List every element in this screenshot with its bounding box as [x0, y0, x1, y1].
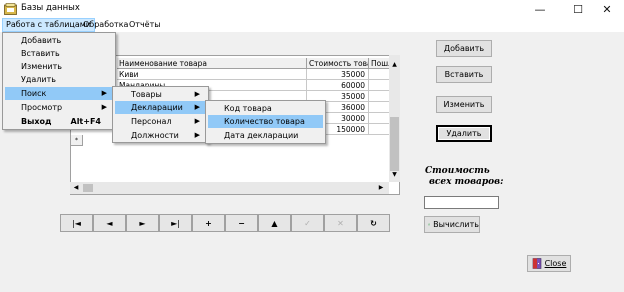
nav-refresh-button[interactable]: ↻: [357, 214, 390, 232]
nav-insert-button[interactable]: +: [192, 214, 225, 232]
submenu-item-goods-code[interactable]: Код товара: [208, 102, 323, 115]
submenu-item-goods-code-label: Код товара: [224, 104, 272, 113]
submenu-item-goods-quantity-label: Количество товара: [224, 117, 305, 126]
menu-item-exit[interactable]: Выход Alt+F4: [5, 115, 113, 128]
nav-edit-button[interactable]: ▲: [258, 214, 291, 232]
menu-item-delete[interactable]: Удалить: [5, 73, 113, 86]
column-header-cost[interactable]: Стоимость товара: [307, 58, 369, 69]
nav-cancel-button[interactable]: ✕: [324, 214, 357, 232]
menu-item-exit-shortcut: Alt+F4: [70, 117, 102, 126]
menu-item-delete-label: Удалить: [21, 75, 56, 84]
vertical-scrollbar[interactable]: ▲ ▼: [389, 55, 400, 182]
edit-button[interactable]: Изменить: [436, 96, 492, 113]
calculate-button[interactable]: Вычислить: [424, 216, 480, 233]
menu-item-exit-label: Выход: [21, 117, 52, 126]
refresh-icon: [428, 223, 430, 226]
add-button[interactable]: Добавить: [436, 40, 492, 57]
menu-tables-dropdown: Добавить Вставить Изменить Удалить Поиск…: [2, 32, 116, 130]
submenu-arrow-icon: ▶: [194, 103, 200, 111]
submenu-item-positions[interactable]: Должности ▶: [115, 129, 206, 142]
menu-item-search-label: Поиск: [21, 89, 47, 98]
nav-prior-button[interactable]: ◄: [93, 214, 126, 232]
nav-first-button[interactable]: |◄: [60, 214, 93, 232]
submenu-item-goods-quantity[interactable]: Количество товара: [208, 115, 323, 128]
submenu-arrow-icon: ▶: [194, 90, 200, 98]
calculate-button-label: Вычислить: [433, 220, 479, 229]
submenu-arrow-icon: ▶: [101, 103, 107, 111]
total-cost-label: Стоимость всех товаров:: [425, 166, 503, 188]
close-window-icon[interactable]: ✕: [590, 0, 624, 18]
scroll-left-icon[interactable]: ◀: [72, 184, 80, 192]
scroll-down-icon[interactable]: ▼: [390, 171, 399, 181]
minimize-icon[interactable]: —: [523, 0, 557, 18]
horizontal-scroll-thumb[interactable]: [83, 184, 93, 192]
window-title: Базы данных: [21, 3, 80, 13]
scroll-up-icon[interactable]: ▲: [390, 61, 399, 71]
menu-declarations-submenu: Код товара Количество товара Дата деклар…: [205, 100, 326, 144]
menu-item-insert-label: Вставить: [21, 49, 60, 58]
table-cell[interactable]: 35000: [307, 69, 369, 80]
close-button[interactable]: Close: [527, 255, 571, 272]
submenu-arrow-icon: ▶: [194, 117, 200, 125]
door-icon: [532, 258, 541, 269]
submenu-item-staff-label: Персонал: [131, 117, 172, 126]
insert-button[interactable]: Вставить: [436, 66, 492, 83]
total-cost-field[interactable]: [424, 196, 499, 209]
app-icon: [4, 3, 17, 15]
menu-item-add-label: Добавить: [21, 36, 62, 45]
title-bar: Базы данных — ☐ ✕: [0, 0, 624, 18]
menu-reports[interactable]: Отчёты: [126, 18, 164, 32]
nav-last-button[interactable]: ►|: [159, 214, 192, 232]
menu-item-view[interactable]: Просмотр ▶: [5, 101, 113, 114]
table-cell[interactable]: Киви: [117, 69, 307, 80]
new-row-indicator-icon: *: [71, 135, 83, 146]
delete-button[interactable]: Удалить: [436, 125, 492, 142]
menu-search-submenu: Товары ▶ Декларации ▶ Персонал ▶ Должности ▶: [112, 86, 209, 143]
total-cost-label-line2: всех товаров:: [429, 177, 504, 187]
submenu-item-goods-label: Товары: [131, 90, 162, 99]
menu-item-edit-label: Изменить: [21, 62, 62, 71]
nav-post-button[interactable]: ✓: [291, 214, 324, 232]
column-header-name[interactable]: Наименование товара: [117, 58, 307, 69]
submenu-item-declarations[interactable]: Декларации ▶: [115, 101, 206, 114]
submenu-item-positions-label: Должности: [131, 131, 179, 140]
close-button-label: Close: [544, 259, 567, 268]
submenu-arrow-icon: ▶: [194, 131, 200, 139]
submenu-item-goods[interactable]: Товары ▶: [115, 88, 206, 101]
table-cell[interactable]: 60000: [307, 80, 369, 91]
vertical-scroll-thumb[interactable]: [390, 117, 399, 171]
submenu-item-staff[interactable]: Персонал ▶: [115, 115, 206, 128]
submenu-arrow-icon: ▶: [101, 89, 107, 97]
total-cost-label-line1: Стоимость: [425, 166, 490, 176]
nav-delete-button[interactable]: −: [225, 214, 258, 232]
horizontal-scrollbar[interactable]: ◀ ▶: [70, 182, 389, 194]
menu-item-add[interactable]: Добавить: [5, 34, 113, 47]
submenu-item-declarations-label: Декларации: [131, 103, 183, 112]
menu-bar: Работа с таблицами Обработка Отчёты: [0, 18, 624, 32]
menu-item-search[interactable]: Поиск ▶: [5, 87, 113, 100]
nav-next-button[interactable]: ►: [126, 214, 159, 232]
menu-item-insert[interactable]: Вставить: [5, 47, 113, 60]
menu-processing[interactable]: Обработка: [80, 18, 131, 32]
scroll-right-icon[interactable]: ▶: [377, 184, 385, 192]
menu-item-edit[interactable]: Изменить: [5, 60, 113, 73]
submenu-item-declaration-date[interactable]: Дата декларации: [208, 129, 323, 142]
submenu-item-declaration-date-label: Дата декларации: [224, 131, 299, 140]
menu-item-view-label: Просмотр: [21, 103, 63, 112]
